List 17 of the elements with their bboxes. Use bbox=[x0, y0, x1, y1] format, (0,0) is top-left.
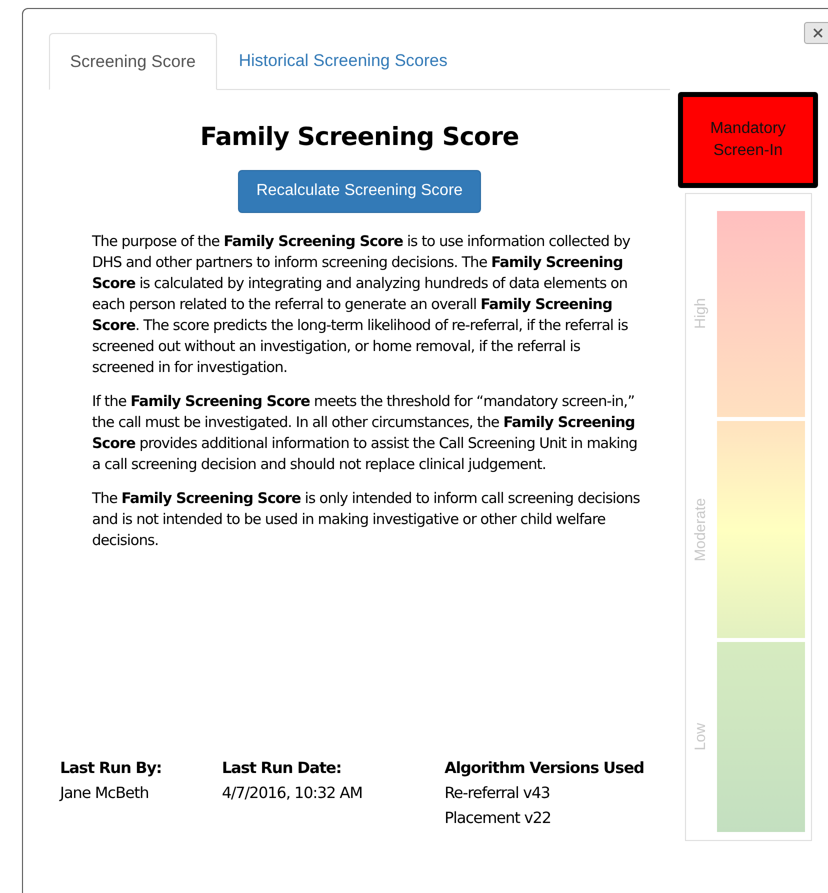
field-value: 4/7/2016, 10:32 AM bbox=[222, 782, 364, 804]
field-label: Algorithm Versions Used bbox=[444, 758, 645, 778]
tab[interactable]: Historical Screening Scores bbox=[216, 32, 470, 89]
field-value: Jane McBeth bbox=[60, 782, 150, 804]
recalculate-button[interactable]: Recalculate Screening Score bbox=[238, 170, 481, 212]
field-value: Re-referral v43 bbox=[444, 782, 551, 804]
description-paragraph: If the Family Screening Score meets the threshold for “mandatory screen-in,” the call must be investigated. In all other circumstances, the Family Screening Score provides additional information to assist the Call Screening Unit in making a call screening decision and should not replace clinical judgement. bbox=[92, 392, 638, 474]
close-icon bbox=[813, 28, 823, 38]
close-button[interactable] bbox=[804, 22, 828, 44]
section-title: Family Screening Score bbox=[200, 121, 519, 153]
result-indicator: Mandatory Screen-In bbox=[678, 92, 818, 188]
field-value: Placement v22 bbox=[444, 808, 552, 828]
description-paragraph: The purpose of the Family Screening Score is to use information collected by DHS and other partners to inform screening decisions. The Family Screening Score is calculated by integrating and analyzing hundreds of data elements on each person related to the referral to generate an overall Family Screening Score. The score predicts the long-term likelihood of re-referral, if the referral is screened out without an investigation, or home removal, if the referral is screened in for investigation. bbox=[92, 232, 632, 378]
description-paragraph: The Family Screening Score is only intended to inform call screening decisions and is not intended to be used in making investigative or other child welfare decisions. bbox=[92, 488, 640, 550]
tab[interactable]: Screening Score bbox=[49, 33, 217, 90]
field-label: Last Run Date: bbox=[222, 758, 342, 778]
field-label: Last Run By: bbox=[60, 758, 162, 778]
